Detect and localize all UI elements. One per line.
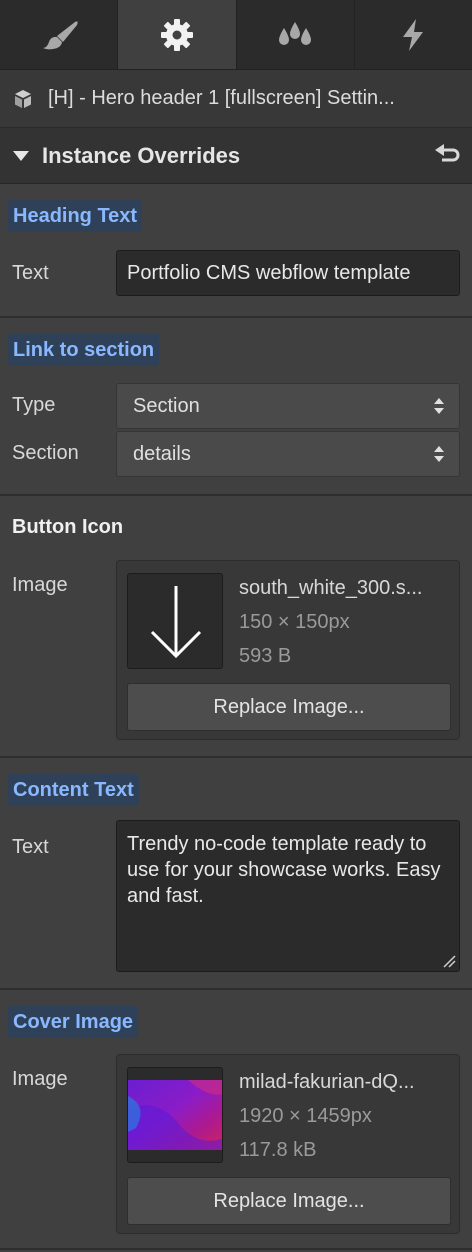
divider: [0, 494, 472, 496]
divider: [0, 1248, 472, 1250]
select-arrows-icon: [434, 398, 444, 414]
divider: [0, 316, 472, 318]
tab-style[interactable]: [0, 0, 119, 69]
section-field-label: Section: [12, 442, 79, 464]
instance-overrides-header[interactable]: Instance Overrides: [0, 128, 472, 184]
tab-settings[interactable]: [118, 0, 237, 69]
divider: [0, 988, 472, 990]
type-field-label: Type: [12, 394, 56, 416]
content-text-textarea[interactable]: Trendy no-code template ready to use for…: [116, 820, 460, 972]
cover-image-replace-button[interactable]: Replace Image...: [127, 1177, 451, 1225]
cover-image-thumbnail[interactable]: [127, 1067, 223, 1163]
lightning-icon: [403, 18, 424, 51]
cover-image-dimensions: 1920 × 1459px: [239, 1105, 372, 1127]
cover-image-field-label: Image: [12, 1068, 68, 1090]
button-icon-thumbnail[interactable]: [127, 573, 223, 669]
tab-interactions[interactable]: [355, 0, 472, 69]
select-arrows-icon: [434, 446, 444, 462]
button-icon-group-label: Button Icon: [12, 516, 124, 538]
heading-text-input[interactable]: Portfolio CMS webflow template: [116, 250, 460, 296]
heading-text-field-label: Text: [12, 262, 49, 284]
drops-icon: [279, 21, 312, 45]
undo-icon: [435, 144, 460, 162]
gear-icon: [160, 18, 193, 51]
arrow-down-icon: [150, 586, 202, 659]
tab-interactions-drops[interactable]: [237, 0, 355, 69]
button-icon-replace-button[interactable]: Replace Image...: [127, 683, 451, 731]
breadcrumb: [H] - Hero header 1 [fullscreen] Settin.…: [0, 70, 472, 128]
caret-down-icon: [13, 150, 29, 161]
section-select-value: details: [133, 443, 191, 465]
reset-overrides-button[interactable]: [434, 144, 460, 173]
resize-grip-icon[interactable]: [442, 954, 456, 968]
breadcrumb-text: [H] - Hero header 1 [fullscreen] Settin.…: [48, 87, 395, 109]
type-select[interactable]: Section: [116, 383, 460, 429]
abstract-gradient-image: [128, 1068, 222, 1162]
cover-image-group-label: Cover Image: [8, 1006, 139, 1038]
cover-image-box: milad-fakurian-dQ... 1920 × 1459px 117.8…: [116, 1054, 460, 1234]
cover-image-file-name: milad-fakurian-dQ...: [239, 1071, 415, 1093]
panel-tabs: [0, 0, 472, 70]
content-text-group-label: Content Text: [8, 774, 139, 806]
button-icon-file-size: 593 B: [239, 645, 292, 667]
section-select[interactable]: details: [116, 431, 460, 477]
button-icon-field-label: Image: [12, 574, 68, 596]
instance-overrides-title: Instance Overrides: [42, 142, 241, 168]
button-icon-image-box: south_white_300.s... 150 × 150px 593 B R…: [116, 560, 460, 740]
divider: [0, 756, 472, 758]
link-to-section-group-label: Link to section: [8, 334, 160, 366]
content-text-value: Trendy no-code template ready to use for…: [127, 833, 441, 907]
brush-icon: [42, 20, 78, 49]
button-icon-file-name: south_white_300.s...: [239, 577, 423, 599]
cover-image-file-size: 117.8 kB: [239, 1139, 317, 1161]
heading-text-group-label: Heading Text: [8, 200, 143, 232]
component-cube-icon: [15, 89, 31, 108]
button-icon-dimensions: 150 × 150px: [239, 611, 350, 633]
type-select-value: Section: [133, 395, 200, 417]
content-text-field-label: Text: [12, 836, 49, 858]
